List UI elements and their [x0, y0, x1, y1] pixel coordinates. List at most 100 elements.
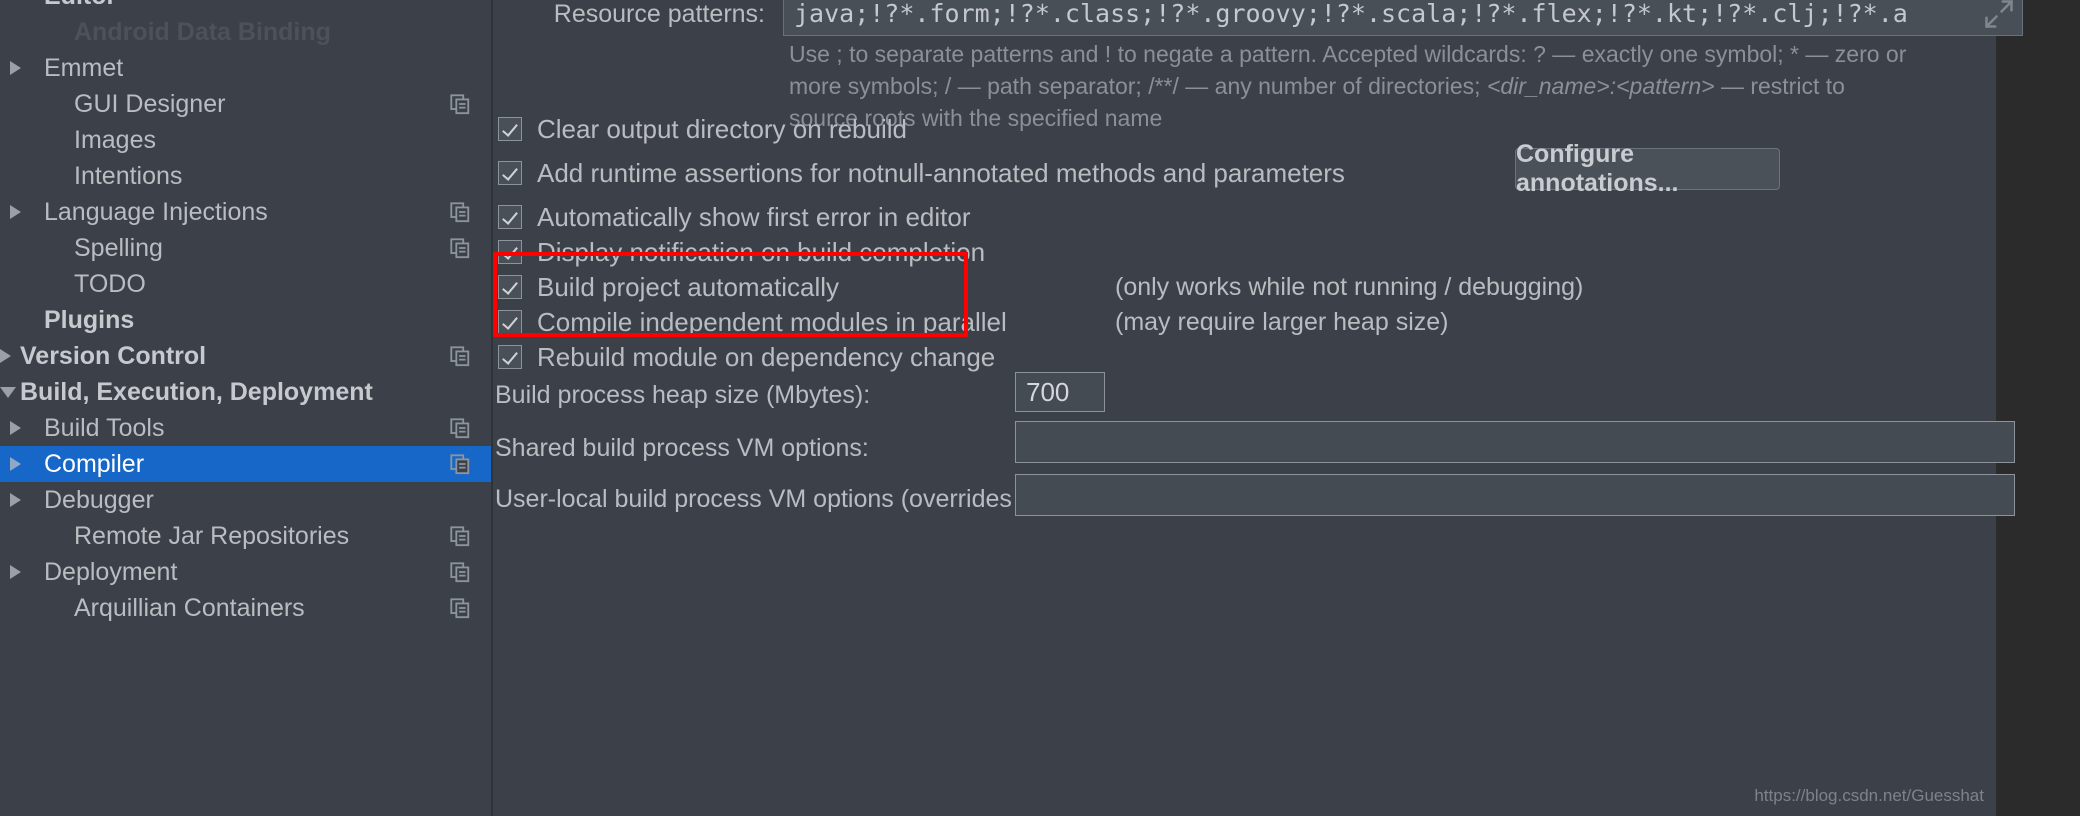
resource-patterns-hint: Use ; to separate patterns and ! to nega…	[789, 38, 1989, 134]
field-input[interactable]: 700	[1015, 372, 1105, 412]
sidebar-item-label: Editor	[36, 0, 491, 11]
checkbox-checked-icon[interactable]	[498, 345, 522, 369]
checkbox-checked-icon[interactable]	[498, 310, 522, 334]
copy-settings-icon[interactable]	[449, 561, 471, 583]
checkbox-row[interactable]: Automatically show first error in editor	[498, 200, 970, 234]
copy-settings-icon[interactable]	[449, 201, 471, 223]
sidebar-item-build-tools[interactable]: Build Tools	[0, 410, 491, 446]
hint-line-2-c: — restrict to	[1714, 73, 1845, 99]
chevron-right-icon[interactable]	[10, 61, 21, 75]
sidebar-item-debugger[interactable]: Debugger	[0, 482, 491, 518]
sidebar-item-label: TODO	[74, 269, 146, 298]
sidebar-item-indent	[0, 565, 36, 579]
right-dark-strip	[1996, 0, 2080, 816]
chevron-right-icon[interactable]	[0, 349, 11, 363]
compiler-settings-pane: Resource patterns: java;!?*.form;!?*.cla…	[493, 0, 2080, 816]
checkbox-checked-icon[interactable]	[498, 205, 522, 229]
copy-settings-icon[interactable]	[449, 345, 471, 367]
sidebar-item-label: Android Data Binding	[74, 17, 331, 46]
checkbox-label: Clear output directory on rebuild	[537, 113, 907, 144]
sidebar-item-label: Debugger	[44, 485, 154, 514]
sidebar-item-label: Remote Jar Repositories	[74, 521, 350, 550]
checkbox-row[interactable]: Rebuild module on dependency change	[498, 340, 995, 374]
hint-line-1: Use ; to separate patterns and ! to nega…	[789, 41, 1907, 67]
sidebar-item-label: Compiler	[44, 449, 145, 478]
sidebar-item-editor[interactable]: Editor	[0, 0, 491, 14]
checkbox-row[interactable]: Display notification on build completion	[498, 235, 985, 269]
checkbox-row[interactable]: Compile independent modules in parallel	[498, 305, 1007, 339]
resource-patterns-value: java;!?*.form;!?*.class;!?*.groovy;!?*.s…	[794, 0, 1908, 28]
resource-patterns-input[interactable]: java;!?*.form;!?*.class;!?*.groovy;!?*.s…	[783, 0, 2023, 36]
sidebar-item-remote-jar-repositories[interactable]: Remote Jar Repositories	[0, 518, 491, 554]
checkbox-hint: (may require larger heap size)	[1115, 308, 1449, 336]
sidebar-item-spelling[interactable]: Spelling	[0, 230, 491, 266]
hint-line-3: source roots with the specified name	[789, 105, 1163, 131]
copy-settings-icon[interactable]	[449, 453, 471, 475]
checkbox-hint: (only works while not running / debuggin…	[1115, 273, 1584, 301]
settings-sidebar: Editor Android Data Binding Emmet GUI Desig…	[0, 0, 493, 816]
sidebar-item-label: Emmet	[44, 53, 124, 82]
field-label: Shared build process VM options:	[495, 434, 869, 462]
sidebar-item-label: Version Control	[20, 341, 207, 370]
sidebar-item-label: Language Injections	[44, 197, 268, 226]
expand-icon[interactable]	[1984, 0, 2014, 29]
sidebar-item-indent	[0, 457, 36, 471]
chevron-right-icon[interactable]	[10, 565, 21, 579]
field-input[interactable]	[1015, 421, 2015, 463]
copy-settings-icon[interactable]	[449, 417, 471, 439]
checkbox-label: Build project automatically	[537, 271, 840, 302]
sidebar-item-arquillian-containers[interactable]: Arquillian Containers	[0, 590, 491, 626]
resource-patterns-label: Resource patterns:	[553, 0, 765, 28]
sidebar-item-indent	[0, 349, 12, 363]
sidebar-item-label: GUI Designer	[74, 89, 226, 118]
checkbox-row[interactable]: Clear output directory on rebuild	[498, 112, 907, 146]
field-input[interactable]	[1015, 474, 2015, 516]
sidebar-item-indent	[0, 205, 36, 219]
checkbox-checked-icon[interactable]	[498, 117, 522, 141]
checkbox-label: Rebuild module on dependency change	[537, 341, 996, 372]
chevron-right-icon[interactable]	[10, 421, 21, 435]
sidebar-item-version-control[interactable]: Version Control	[0, 338, 491, 374]
sidebar-item-indent	[0, 493, 36, 507]
hint-dir-pattern: <dir_name>:<pattern>	[1486, 73, 1715, 99]
checkbox-label: Add runtime assertions for notnull-annot…	[537, 157, 1345, 188]
sidebar-item-label: Build, Execution, Deployment	[20, 377, 373, 406]
sidebar-item-indent	[0, 421, 36, 435]
copy-settings-icon[interactable]	[449, 93, 471, 115]
sidebar-item-intentions[interactable]: Intentions	[0, 158, 491, 194]
sidebar-item-label: Arquillian Containers	[74, 593, 305, 622]
checkbox-label: Display notification on build completion	[537, 236, 986, 267]
copy-settings-icon[interactable]	[449, 597, 471, 619]
sidebar-item-label: Images	[74, 125, 156, 154]
checkbox-checked-icon[interactable]	[498, 240, 522, 264]
sidebar-item-label: Spelling	[74, 233, 163, 262]
sidebar-item-language-injections[interactable]: Language Injections	[0, 194, 491, 230]
sidebar-item-label: Plugins	[44, 305, 135, 334]
copy-settings-icon[interactable]	[449, 237, 471, 259]
copy-settings-icon[interactable]	[449, 525, 471, 547]
chevron-right-icon[interactable]	[10, 205, 21, 219]
sidebar-item-compiler[interactable]: Compiler	[0, 446, 491, 482]
sidebar-item-label: Intentions	[74, 161, 183, 190]
sidebar-item-images[interactable]: Images	[0, 122, 491, 158]
checkbox-checked-icon[interactable]	[498, 275, 522, 299]
watermark-url: https://blog.csdn.net/Guesshat	[1754, 786, 1984, 805]
hint-line-2-a: more symbols; / — path separator; /**/ —…	[789, 73, 1487, 99]
field-label: Build process heap size (Mbytes):	[495, 381, 871, 409]
checkbox-label: Compile independent modules in parallel	[537, 306, 1007, 337]
sidebar-item-emmet[interactable]: Emmet	[0, 50, 491, 86]
chevron-right-icon[interactable]	[10, 457, 21, 471]
chevron-right-icon[interactable]	[10, 493, 21, 507]
sidebar-item-label: Deployment	[44, 557, 178, 586]
sidebar-item-android-data-binding[interactable]: Android Data Binding	[0, 14, 491, 50]
checkbox-checked-icon[interactable]	[498, 161, 522, 185]
configure-annotations-button[interactable]: Configure annotations...	[1515, 140, 1780, 197]
sidebar-item-gui-designer[interactable]: GUI Designer	[0, 86, 491, 122]
checkbox-row[interactable]: Build project automatically	[498, 270, 839, 304]
sidebar-item-deployment[interactable]: Deployment	[0, 554, 491, 590]
sidebar-item-plugins[interactable]: Plugins	[0, 302, 491, 338]
checkbox-row[interactable]: Add runtime assertions for notnull-annot…	[498, 156, 1345, 190]
sidebar-item-build-execution-deployment[interactable]: Build, Execution, Deployment	[0, 374, 491, 410]
sidebar-item-indent	[0, 386, 16, 398]
sidebar-item-todo[interactable]: TODO	[0, 266, 491, 302]
